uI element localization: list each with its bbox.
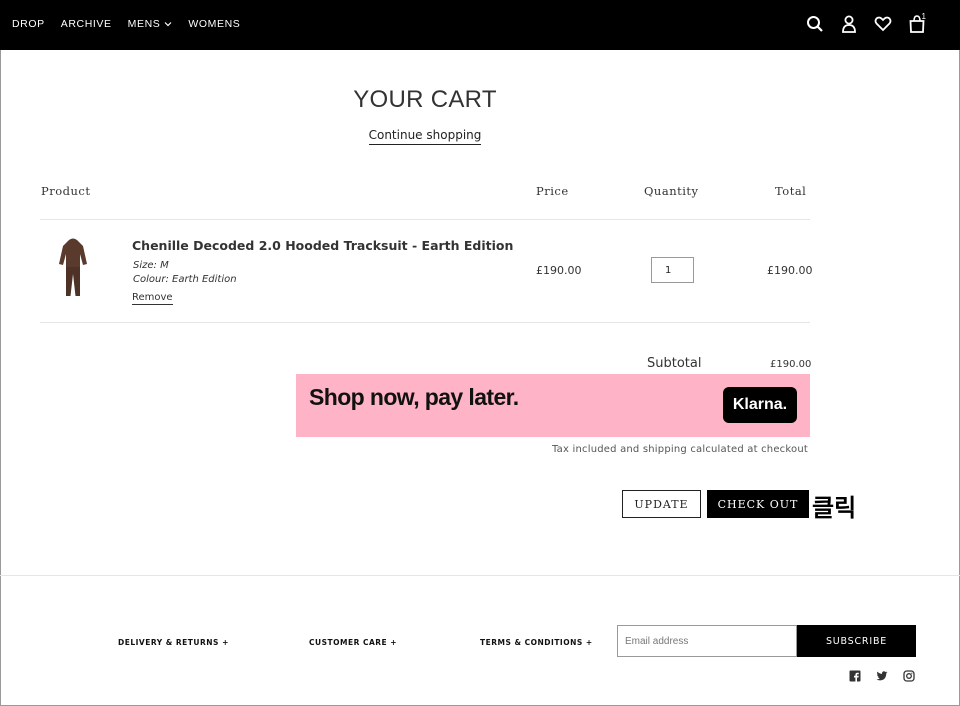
subtotal-value: £190.00	[770, 359, 812, 370]
footer-divider	[0, 575, 960, 576]
checkout-button[interactable]: CHECK OUT	[707, 490, 809, 518]
nav-item-drop[interactable]: DROP	[12, 18, 45, 30]
update-button[interactable]: UPDATE	[622, 490, 701, 518]
cart-count-badge: 1	[921, 12, 926, 21]
account-icon[interactable]	[840, 14, 858, 34]
klarna-logo: Klarna.	[723, 387, 797, 423]
header-price: Price	[536, 184, 569, 198]
subtotal-label: Subtotal	[647, 356, 702, 371]
wishlist-icon[interactable]	[874, 14, 892, 34]
klarna-banner[interactable]: Shop now, pay later. Klarna.	[296, 374, 810, 437]
table-divider	[40, 322, 810, 323]
product-size: Size: M	[133, 260, 169, 271]
footer-link-terms[interactable]: TERMS & CONDITIONS +	[480, 638, 593, 647]
nav-item-archive[interactable]: ARCHIVE	[61, 18, 112, 30]
header-total: Total	[775, 184, 807, 198]
product-name[interactable]: Chenille Decoded 2.0 Hooded Tracksuit - …	[132, 238, 513, 253]
facebook-icon[interactable]	[849, 670, 861, 682]
nav-item-mens[interactable]: MENS	[128, 18, 173, 30]
header-quantity: Quantity	[644, 184, 699, 198]
email-field[interactable]	[617, 625, 797, 657]
product-thumbnail[interactable]	[56, 234, 90, 300]
continue-shopping-label: Continue shopping	[368, 128, 482, 145]
nav-item-womens[interactable]: WOMENS	[188, 18, 240, 30]
quantity-input[interactable]	[651, 257, 694, 283]
continue-shopping-link[interactable]: Continue shopping	[360, 128, 490, 145]
main-nav: DROP ARCHIVE MENS WOMENS	[12, 18, 256, 30]
tax-note: Tax included and shipping calculated at …	[552, 444, 808, 455]
header-icons	[806, 14, 926, 34]
item-total: £190.00	[767, 264, 813, 277]
subscribe-button[interactable]: SUBSCRIBE	[797, 625, 916, 657]
nav-item-label: MENS	[127, 18, 161, 30]
klarna-text: Shop now, pay later.	[309, 384, 519, 410]
item-price: £190.00	[536, 264, 582, 277]
top-bar: DROP ARCHIVE MENS WOMENS 1	[0, 0, 960, 50]
twitter-icon[interactable]	[876, 670, 888, 682]
header-product: Product	[41, 184, 91, 198]
remove-link[interactable]: Remove	[132, 292, 173, 305]
search-icon[interactable]	[806, 14, 824, 34]
table-divider	[40, 219, 810, 220]
footer-link-customer-care[interactable]: CUSTOMER CARE +	[309, 638, 397, 647]
page-title: YOUR CART	[353, 86, 497, 113]
footer-link-delivery[interactable]: DELIVERY & RETURNS +	[118, 638, 229, 647]
chevron-down-icon	[164, 22, 172, 27]
product-colour: Colour: Earth Edition	[133, 274, 237, 285]
instagram-icon[interactable]	[903, 670, 915, 682]
click-annotation: 클릭	[812, 494, 857, 522]
